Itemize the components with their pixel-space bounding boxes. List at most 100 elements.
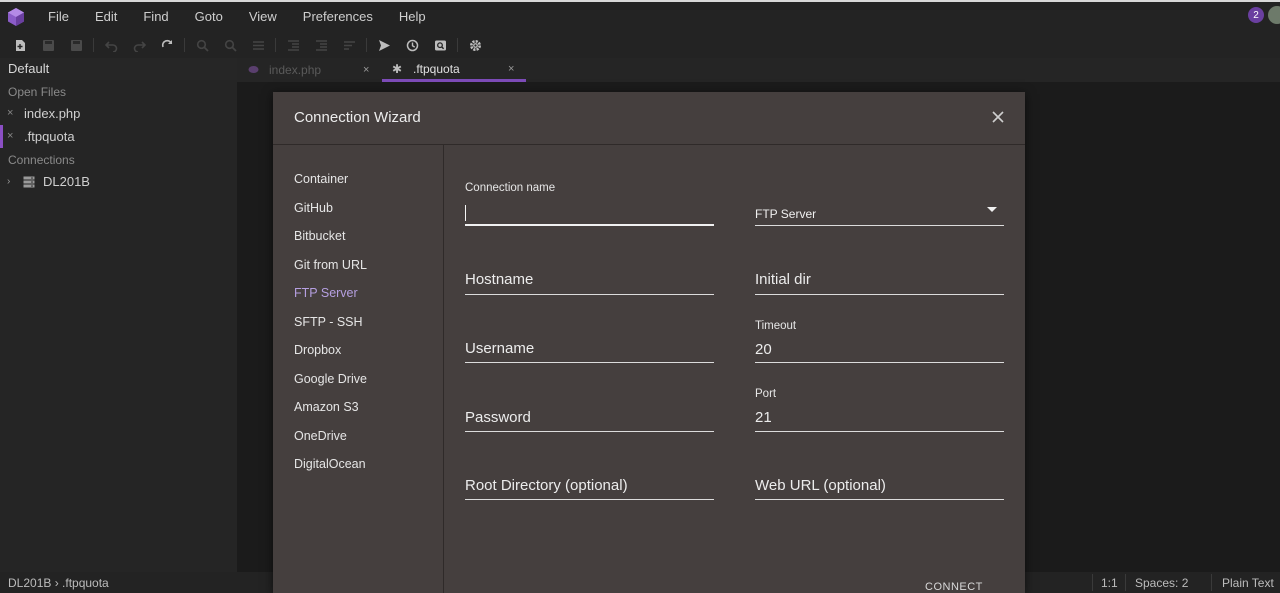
password-field[interactable]: Password: [465, 398, 714, 432]
nav-container[interactable]: Container: [294, 172, 348, 186]
project-title[interactable]: Default: [0, 58, 237, 80]
notification-badge[interactable]: 2: [1248, 7, 1264, 23]
breadcrumb[interactable]: DL201B › .ftpquota: [8, 576, 109, 590]
tab-label: index.php: [269, 63, 322, 77]
save-all-icon[interactable]: [69, 38, 83, 52]
menu-view[interactable]: View: [236, 2, 290, 32]
history-icon[interactable]: [405, 38, 419, 52]
field-label: Timeout: [755, 320, 797, 332]
search-icon[interactable]: [195, 38, 209, 52]
status-divider: [1092, 574, 1093, 591]
status-divider: [1125, 574, 1126, 591]
nav-sftp-ssh[interactable]: SFTP - SSH: [294, 315, 363, 329]
menu-preferences[interactable]: Preferences: [290, 2, 386, 32]
menu-edit[interactable]: Edit: [82, 2, 130, 32]
redo-icon[interactable]: [132, 38, 146, 52]
file-icon: ✱: [392, 61, 403, 76]
save-icon[interactable]: [41, 38, 55, 52]
nav-onedrive[interactable]: OneDrive: [294, 429, 347, 443]
avatar[interactable]: [1268, 6, 1280, 24]
text-caret: [465, 205, 466, 221]
timeout-field[interactable]: Timeout 20: [755, 320, 1004, 364]
new-file-icon[interactable]: [13, 38, 27, 52]
nav-amazon-s3[interactable]: Amazon S3: [294, 400, 359, 414]
close-icon[interactable]: ×: [7, 125, 13, 148]
close-icon[interactable]: [990, 109, 1006, 125]
password-placeholder: Password: [465, 409, 531, 426]
reload-icon[interactable]: [160, 38, 174, 52]
field-underline: [755, 225, 1004, 226]
undo-icon[interactable]: [104, 38, 118, 52]
connection-wizard-dialog: Connection Wizard Container GitHub Bitbu…: [273, 92, 1025, 593]
settings-icon[interactable]: [468, 38, 482, 52]
menu-goto[interactable]: Goto: [182, 2, 236, 32]
close-icon[interactable]: ×: [363, 64, 369, 76]
indent-icon[interactable]: [286, 38, 300, 52]
username-field[interactable]: Username: [465, 330, 714, 364]
toolbar-divider: [93, 38, 94, 52]
syntax-mode[interactable]: Plain Text: [1222, 576, 1274, 590]
toolbar-divider: [457, 38, 458, 52]
toolbar-divider: [366, 38, 367, 52]
indentation-setting[interactable]: Spaces: 2: [1135, 576, 1188, 590]
connections-header: Connections: [8, 153, 75, 167]
field-underline: [465, 499, 714, 500]
connect-button[interactable]: CONNECT: [925, 581, 983, 593]
nav-ftp-server[interactable]: FTP Server: [294, 286, 358, 300]
open-file-label: .ftpquota: [24, 129, 75, 144]
sort-icon[interactable]: [342, 38, 356, 52]
web-url-field[interactable]: Web URL (optional): [755, 466, 1004, 500]
web-url-placeholder: Web URL (optional): [755, 477, 886, 494]
field-underline: [755, 499, 1004, 500]
menu-find[interactable]: Find: [130, 2, 181, 32]
preview-icon[interactable]: [433, 38, 447, 52]
open-file-item[interactable]: × index.php: [0, 102, 237, 125]
menu-help[interactable]: Help: [386, 2, 439, 32]
nav-digitalocean[interactable]: DigitalOcean: [294, 457, 366, 471]
initial-dir-placeholder: Initial dir: [755, 271, 811, 288]
connection-item[interactable]: › DL201B: [0, 170, 237, 193]
open-files-header: Open Files: [8, 85, 67, 99]
field-underline: [465, 431, 714, 432]
field-underline: [755, 362, 1004, 363]
toolbar: [0, 32, 1280, 58]
connection-name-field[interactable]: Connection name: [465, 180, 714, 228]
dropdown-arrow-icon[interactable]: [987, 207, 997, 212]
menu-file[interactable]: File: [35, 2, 82, 32]
nav-github[interactable]: GitHub: [294, 201, 333, 215]
port-value[interactable]: 21: [755, 409, 772, 426]
outdent-icon[interactable]: [314, 38, 328, 52]
app-logo-icon: [8, 8, 24, 26]
root-directory-field[interactable]: Root Directory (optional): [465, 466, 714, 500]
nav-bitbucket[interactable]: Bitbucket: [294, 229, 345, 243]
hostname-field[interactable]: Hostname: [465, 262, 714, 296]
field-underline: [755, 294, 1004, 295]
tab-label: .ftpquota: [413, 61, 460, 76]
initial-dir-field[interactable]: Initial dir: [755, 262, 1004, 296]
open-file-item[interactable]: × .ftpquota: [0, 125, 237, 148]
nav-dropbox[interactable]: Dropbox: [294, 343, 341, 357]
field-underline: [755, 431, 1004, 432]
menu-bar: File Edit Find Goto View Preferences Hel…: [0, 2, 1280, 32]
search-replace-icon[interactable]: [223, 38, 237, 52]
list-icon[interactable]: [251, 38, 265, 52]
chevron-right-icon[interactable]: ›: [7, 170, 19, 193]
field-underline: [465, 294, 714, 295]
hostname-placeholder: Hostname: [465, 271, 534, 288]
toolbar-divider: [184, 38, 185, 52]
send-icon[interactable]: [377, 38, 391, 52]
open-file-label: index.php: [24, 106, 81, 121]
nav-git-from-url[interactable]: Git from URL: [294, 258, 367, 272]
close-icon[interactable]: ×: [7, 102, 13, 125]
cursor-position[interactable]: 1:1: [1101, 576, 1118, 590]
server-type-select[interactable]: FTP Server: [755, 180, 1004, 228]
dialog-title: Connection Wizard: [294, 109, 421, 126]
tab-index-php[interactable]: index.php ×: [237, 58, 382, 82]
nav-google-drive[interactable]: Google Drive: [294, 372, 367, 386]
status-divider: [1211, 574, 1212, 591]
timeout-value[interactable]: 20: [755, 341, 772, 358]
field-label: Port: [755, 388, 777, 400]
close-icon[interactable]: ×: [508, 63, 514, 75]
tab-ftpquota[interactable]: ✱ .ftpquota ×: [382, 58, 526, 82]
port-field[interactable]: Port 21: [755, 388, 1004, 432]
